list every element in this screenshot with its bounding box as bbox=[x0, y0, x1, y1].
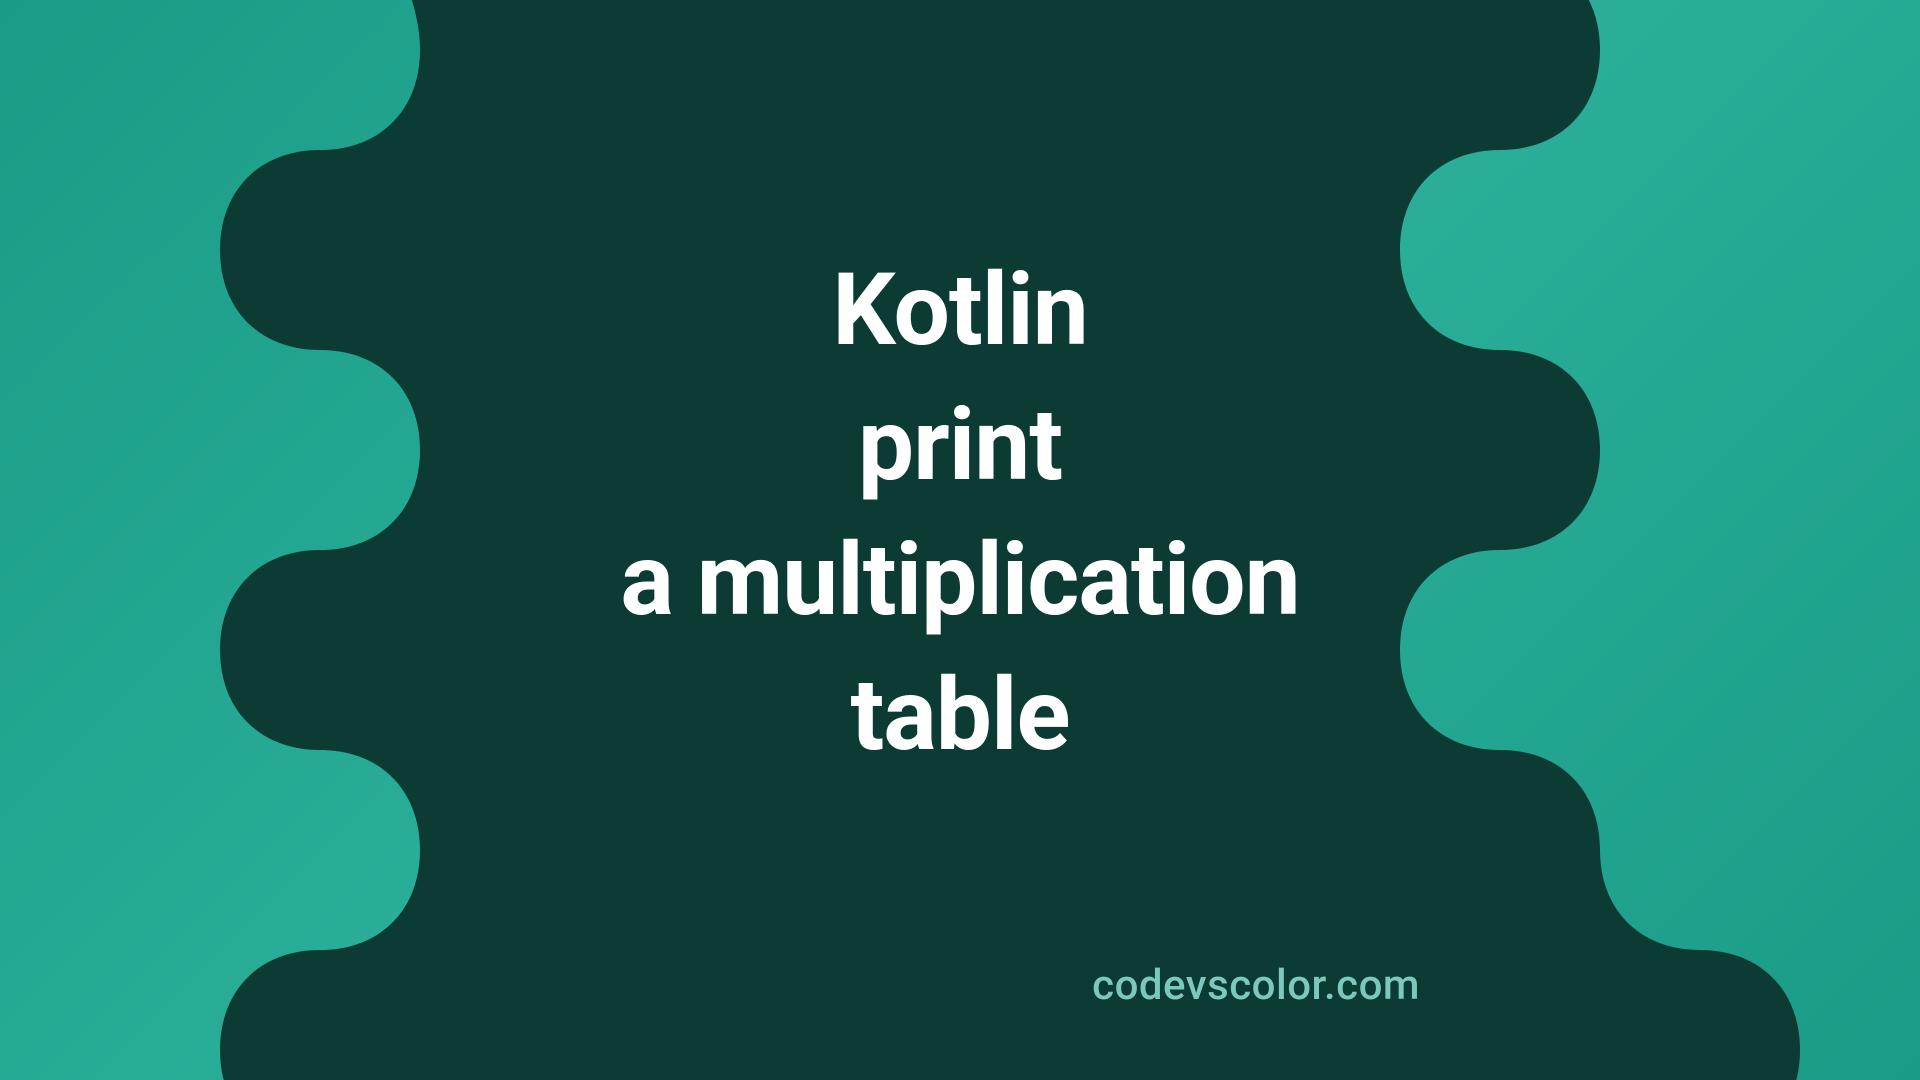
title-line-4: table bbox=[0, 648, 1920, 783]
hero-banner: Kotlin print a multiplication table code… bbox=[0, 0, 1920, 1080]
title-container: Kotlin print a multiplication table bbox=[0, 243, 1920, 783]
title-line-3: a multiplication bbox=[0, 513, 1920, 648]
watermark-text: codevscolor.com bbox=[1092, 961, 1420, 1010]
title-line-1: Kotlin bbox=[0, 243, 1920, 378]
title-line-2: print bbox=[0, 378, 1920, 513]
